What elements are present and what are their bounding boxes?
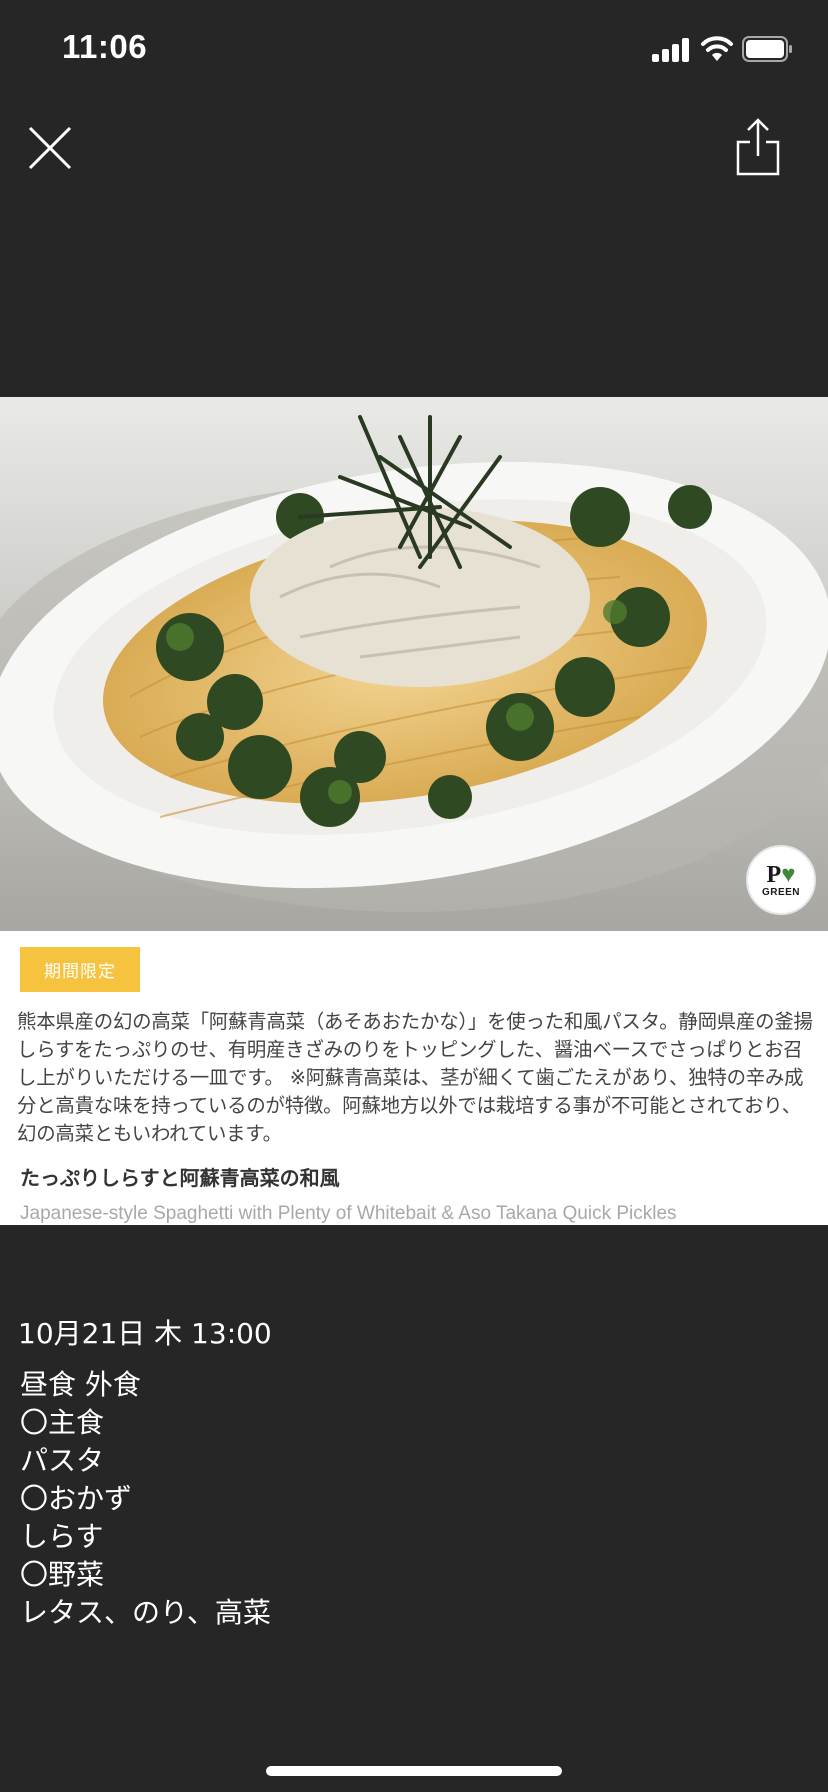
close-icon[interactable] <box>26 124 74 172</box>
post-line: 昼食 外食 <box>20 1368 141 1401</box>
status-time: 11:06 <box>62 28 148 65</box>
post-line: 〇野菜 <box>20 1558 105 1591</box>
home-indicator[interactable] <box>266 1766 562 1776</box>
menu-name-en: Japanese-style Spaghetti with Plenty of … <box>20 1203 677 1224</box>
battery-icon <box>742 36 792 62</box>
limited-time-tag: 期間限定 <box>20 947 140 992</box>
p-green-badge: P♥ GREEN <box>746 845 816 915</box>
post-line: レタス、のり、高菜 <box>20 1596 271 1629</box>
wifi-icon <box>701 36 733 61</box>
p-green-logo: P♥ <box>766 861 796 888</box>
p-green-label: GREEN <box>761 886 801 898</box>
menu-name-jp: たっぷりしらすと阿蘇青高菜の和風 <box>20 1166 340 1190</box>
post-image-card[interactable]: P♥ GREEN 期間限定 熊本県産の幻の高菜「阿蘇青高菜（あそあおたかな）」を… <box>0 397 828 1225</box>
post-body: 昼食 外食 〇主食 パスタ 〇おかず しらす 〇野菜 レタス、のり、高菜 <box>20 1366 271 1632</box>
post-line: しらす <box>20 1520 104 1553</box>
post-line: 〇主食 <box>20 1406 105 1439</box>
menu-description: 熊本県産の幻の高菜「阿蘇青高菜（あそあおたかな）」を使った和風パスタ。静岡県産の… <box>17 1010 813 1145</box>
cellular-signal-icon <box>652 38 690 62</box>
post-date: 10月21日 木 13:00 <box>18 1317 272 1350</box>
status-bar: 11:06 <box>0 0 828 96</box>
post-line: 〇おかず <box>20 1482 133 1515</box>
pasta-photo <box>0 397 828 931</box>
share-icon[interactable] <box>734 116 782 178</box>
post-line: パスタ <box>20 1444 105 1477</box>
